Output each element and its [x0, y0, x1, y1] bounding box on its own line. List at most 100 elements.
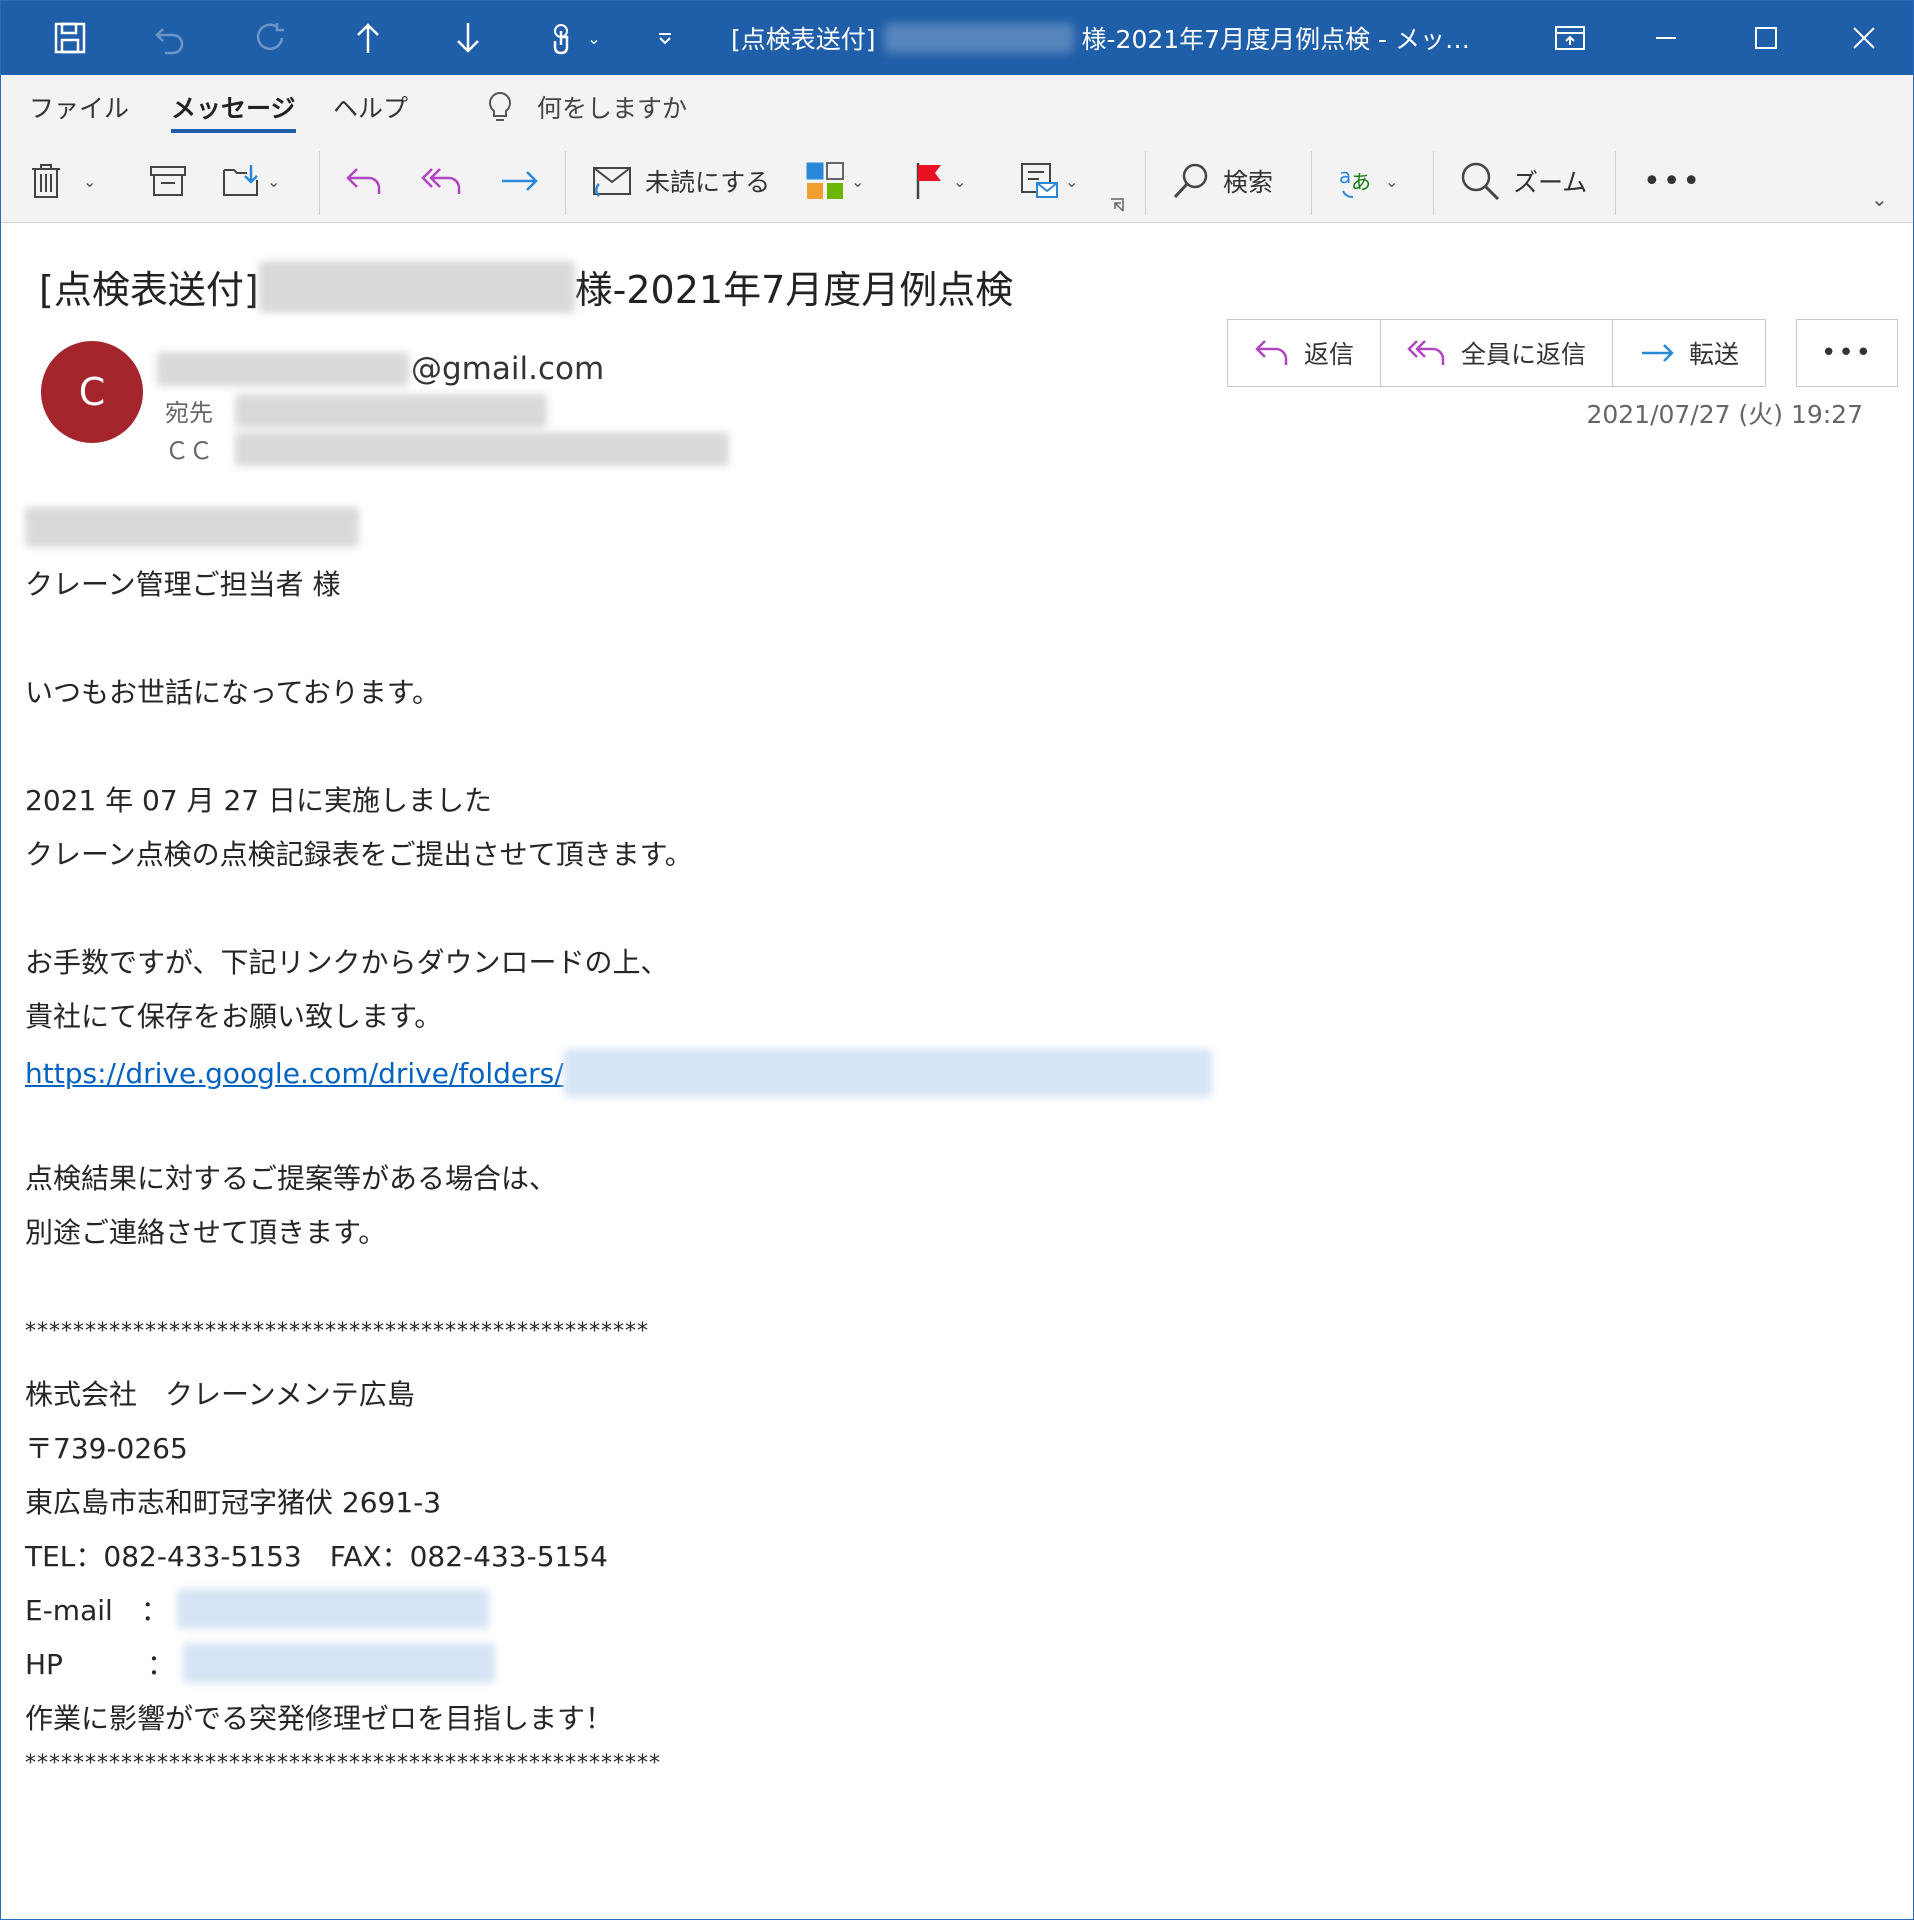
undo-icon[interactable] — [145, 1, 195, 75]
tab-message[interactable]: メッセージ — [171, 89, 296, 133]
tab-help[interactable]: ヘルプ — [333, 89, 408, 125]
tab-file[interactable]: ファイル — [29, 89, 129, 125]
touch-mode-icon[interactable]: ⌄ — [539, 1, 609, 75]
sender-address[interactable]: @gmail.com — [157, 351, 604, 387]
to-row: 宛先 — [165, 393, 547, 428]
redacted-to — [235, 393, 547, 428]
body-line: 2021 年 07 月 27 日に実施しました — [25, 784, 493, 817]
minimize-icon[interactable] — [1641, 1, 1691, 75]
reply-button[interactable]: 返信 — [1228, 320, 1382, 386]
signature-hp-row: HP ： — [25, 1643, 495, 1683]
delete-button[interactable]: ⌄ — [29, 139, 96, 223]
email-label: E-mail ： — [25, 1594, 169, 1627]
redacted-sender — [157, 352, 409, 386]
svg-text:a: a — [1339, 164, 1351, 188]
chevron-down-icon[interactable]: ⌄ — [267, 172, 280, 191]
chevron-down-icon[interactable]: ⌄ — [953, 172, 966, 191]
reply-ribbon-button[interactable] — [345, 139, 385, 223]
tell-me-search[interactable]: 何をしますか — [485, 89, 687, 125]
more-commands-icon[interactable]: ••• — [1643, 139, 1702, 223]
forward-ribbon-button[interactable] — [499, 139, 541, 223]
signature-slogan: 作業に影響がでる突発修理ゼロを目指します！ — [25, 1702, 614, 1735]
forward-icon — [502, 171, 538, 191]
signature-divider: ****************************************… — [25, 1751, 661, 1776]
redacted-hp — [182, 1643, 495, 1683]
ribbon-separator — [1615, 151, 1616, 215]
redacted-link — [563, 1049, 1212, 1097]
signature-company: 株式会社 クレーンメンテ広島 — [25, 1378, 415, 1411]
zoom-button[interactable]: ズーム — [1459, 139, 1587, 223]
move-to-folder-icon — [223, 165, 258, 196]
search-button[interactable]: 検索 — [1171, 139, 1273, 223]
ribbon-separator — [1145, 151, 1146, 215]
redacted-cc — [235, 431, 729, 466]
next-item-icon[interactable] — [443, 1, 493, 75]
mark-unread-button[interactable]: 未読にする — [591, 139, 770, 223]
translate-button[interactable]: aあ ⌄ — [1337, 139, 1398, 223]
chevron-down-icon[interactable]: ⌄ — [1385, 172, 1398, 191]
outlook-message-window: ⌄ [点検表送付] 様-2021年7月度月例点検 - メッ… ファイル メッセー… — [0, 0, 1914, 1920]
avatar[interactable]: C — [41, 341, 143, 443]
window-title: [点検表送付] 様-2021年7月度月例点検 - メッ… — [731, 1, 1470, 75]
flag-icon — [916, 163, 941, 199]
more-icon: ••• — [1820, 338, 1873, 368]
ribbon-separator — [1433, 151, 1434, 215]
forward-button[interactable]: 転送 — [1613, 320, 1765, 386]
maximize-icon[interactable] — [1741, 1, 1791, 75]
reply-label: 返信 — [1304, 340, 1355, 369]
svg-text:あ: あ — [1351, 170, 1371, 194]
signature-email-row: E-mail ： — [25, 1589, 489, 1629]
more-actions-button[interactable]: ••• — [1796, 319, 1898, 387]
close-icon[interactable] — [1839, 1, 1889, 75]
body-line: 点検結果に対するご提案等がある場合は、 — [25, 1162, 558, 1195]
move-button[interactable]: ⌄ — [221, 139, 280, 223]
body-greeting: いつもお世話になっております。 — [25, 676, 440, 709]
forward-label: 転送 — [1689, 340, 1740, 369]
menu-bar: ファイル メッセージ ヘルプ 何をしますか — [1, 75, 1913, 139]
body-line: 貴社にて保存をお願い致します。 — [25, 1000, 443, 1033]
sender-domain: @gmail.com — [411, 351, 605, 387]
rules-icon — [1021, 163, 1058, 198]
body-salutation: クレーン管理ご担当者 様 — [25, 568, 341, 601]
reply-all-button[interactable]: 全員に返信 — [1381, 320, 1614, 386]
download-link[interactable]: https://drive.google.com/drive/folders/ — [25, 1057, 564, 1090]
zoom-icon — [1461, 162, 1500, 201]
dialog-launcher-icon[interactable] — [1109, 193, 1125, 217]
chevron-down-icon[interactable]: ⌄ — [83, 172, 96, 191]
to-label: 宛先 — [165, 399, 213, 427]
previous-item-icon[interactable] — [343, 1, 393, 75]
redacted-company-line — [25, 507, 359, 554]
redo-icon[interactable] — [245, 1, 295, 75]
zoom-label: ズーム — [1513, 168, 1588, 197]
follow-up-button[interactable]: ⌄ — [913, 139, 966, 223]
reply-all-label: 全員に返信 — [1461, 340, 1587, 369]
ribbon-separator — [1311, 151, 1312, 215]
categorize-icon — [806, 162, 844, 199]
reply-all-ribbon-button[interactable] — [421, 139, 465, 223]
body-line: お手数ですが、下記リンクからダウンロードの上、 — [25, 946, 669, 979]
signature-address: 東広島市志和町冠字猪伏 2691-3 — [25, 1486, 442, 1519]
cc-label: ＣＣ — [165, 437, 213, 465]
window-title-prefix: [点検表送付] — [731, 25, 876, 54]
customize-qat-icon[interactable] — [645, 1, 685, 75]
mark-unread-label: 未読にする — [645, 168, 771, 197]
ribbon-separator — [319, 151, 320, 215]
reply-icon — [1255, 340, 1288, 365]
rules-button[interactable]: ⌄ — [1019, 139, 1078, 223]
signature-postal: 〒739-0265 — [25, 1432, 188, 1465]
chevron-down-icon[interactable]: ⌄ — [851, 172, 864, 191]
save-icon[interactable] — [45, 1, 95, 75]
ribbon-toolbar: ⌄ ⌄ 未読にする ⌄ ⌄ ⌄ 検索 a あ ⌄ ズーム ••• ⌄ — [1, 139, 1913, 223]
tell-me-label: 何をしますか — [537, 94, 688, 123]
chevron-down-icon[interactable]: ⌄ — [1065, 172, 1078, 191]
archive-button[interactable] — [149, 139, 187, 223]
categorize-button[interactable]: ⌄ — [805, 139, 864, 223]
download-link-line: https://drive.google.com/drive/folders/ — [25, 1049, 1212, 1097]
subject-suffix: 様-2021年7月度月例点検 — [574, 268, 1014, 312]
signature-tel-fax: TEL：082-433-5153 FAX：082-433-5154 — [25, 1540, 608, 1573]
redacted-recipient — [258, 260, 575, 313]
body-line: 別途ご連絡させて頂きます。 — [25, 1216, 387, 1249]
reply-all-icon — [421, 168, 461, 194]
ribbon-display-options-icon[interactable] — [1547, 1, 1593, 75]
collapse-ribbon-icon[interactable]: ⌄ — [1871, 179, 1888, 219]
